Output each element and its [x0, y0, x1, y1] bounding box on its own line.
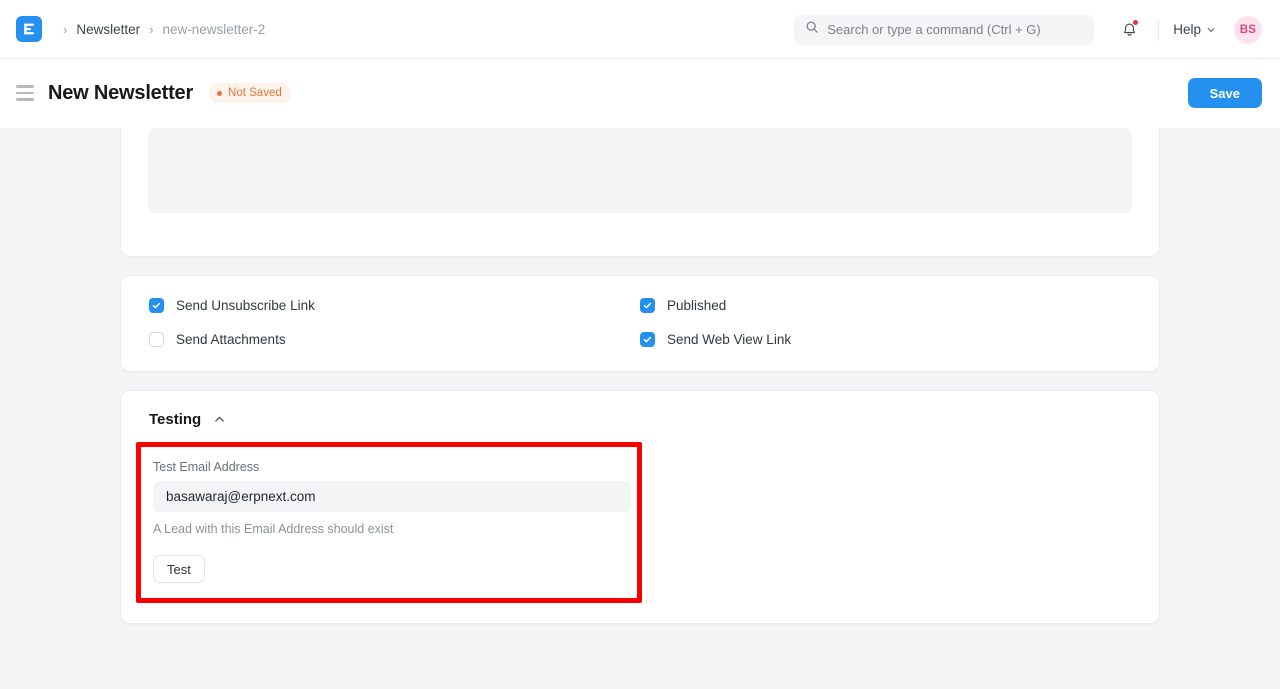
checkbox-icon-checked[interactable] — [640, 332, 655, 347]
checkbox-icon-checked[interactable] — [640, 298, 655, 313]
test-email-input[interactable]: basawaraj@erpnext.com — [153, 481, 631, 512]
search-input[interactable]: Search or type a command (Ctrl + G) — [794, 14, 1095, 45]
search-placeholder: Search or type a command (Ctrl + G) — [827, 22, 1041, 37]
checkbox-label: Send Attachments — [176, 332, 286, 347]
test-button[interactable]: Test — [153, 555, 205, 583]
message-editor-card — [120, 128, 1160, 257]
checkbox-icon-checked[interactable] — [149, 298, 164, 313]
checkbox-send-web-view-link[interactable]: Send Web View Link — [640, 332, 1131, 347]
breadcrumb-current-document: new-newsletter-2 — [162, 21, 266, 37]
breadcrumb: › Newsletter › new-newsletter-2 — [54, 22, 265, 37]
help-menu-button[interactable]: Help — [1173, 22, 1216, 37]
testing-card: Testing Test Email Address basawaraj@erp… — [120, 390, 1160, 624]
erpnext-logo-icon[interactable] — [16, 16, 42, 42]
breadcrumb-separator-2: › — [149, 21, 154, 37]
checkbox-send-unsubscribe-link[interactable]: Send Unsubscribe Link — [149, 298, 640, 313]
help-label: Help — [1173, 22, 1201, 37]
save-button[interactable]: Save — [1187, 78, 1262, 108]
status-badge: Not Saved — [209, 83, 291, 103]
main-content-scroll-area[interactable]: Send Unsubscribe Link Send Attachments P… — [0, 128, 1280, 689]
options-left-column: Send Unsubscribe Link Send Attachments — [149, 298, 640, 347]
top-navbar: › Newsletter › new-newsletter-2 Search o… — [0, 0, 1280, 59]
notification-badge-dot — [1133, 19, 1139, 25]
options-right-column: Published Send Web View Link — [640, 298, 1131, 347]
testing-section-body: Test Email Address basawaraj@erpnext.com… — [121, 442, 1159, 623]
page-header: New Newsletter Not Saved Save — [0, 59, 1280, 128]
chevron-up-icon[interactable] — [213, 413, 226, 426]
status-dot-icon — [217, 90, 223, 96]
hamburger-menu-icon[interactable] — [16, 85, 34, 101]
checkbox-icon-unchecked[interactable] — [149, 332, 164, 347]
avatar[interactable]: BS — [1234, 15, 1262, 44]
checkbox-label: Published — [667, 298, 727, 313]
testing-section-header[interactable]: Testing — [121, 391, 1159, 442]
test-email-label: Test Email Address — [153, 460, 260, 474]
testing-section-title: Testing — [149, 411, 202, 428]
test-email-help-text: A Lead with this Email Address should ex… — [153, 522, 394, 536]
status-badge-label: Not Saved — [228, 87, 282, 99]
checkbox-send-attachments[interactable]: Send Attachments — [149, 332, 640, 347]
chevron-down-icon — [1207, 27, 1215, 32]
checkbox-label: Send Unsubscribe Link — [176, 298, 315, 313]
test-email-value: basawaraj@erpnext.com — [166, 489, 316, 504]
options-card: Send Unsubscribe Link Send Attachments P… — [120, 275, 1160, 372]
form-container: Send Unsubscribe Link Send Attachments P… — [120, 128, 1160, 624]
search-icon — [805, 20, 819, 39]
breadcrumb-link-newsletter[interactable]: Newsletter — [76, 22, 140, 37]
notifications-button[interactable] — [1114, 15, 1144, 45]
navbar-divider — [1158, 18, 1160, 41]
checkbox-published[interactable]: Published — [640, 298, 1131, 313]
highlight-annotation-box: Test Email Address basawaraj@erpnext.com… — [136, 442, 642, 603]
message-editor-body[interactable] — [148, 128, 1132, 213]
checkbox-label: Send Web View Link — [667, 332, 792, 347]
breadcrumb-separator-1: › — [63, 21, 68, 37]
page-title: New Newsletter — [48, 81, 194, 104]
navbar-right-group: Search or type a command (Ctrl + G) Help… — [794, 0, 1262, 59]
